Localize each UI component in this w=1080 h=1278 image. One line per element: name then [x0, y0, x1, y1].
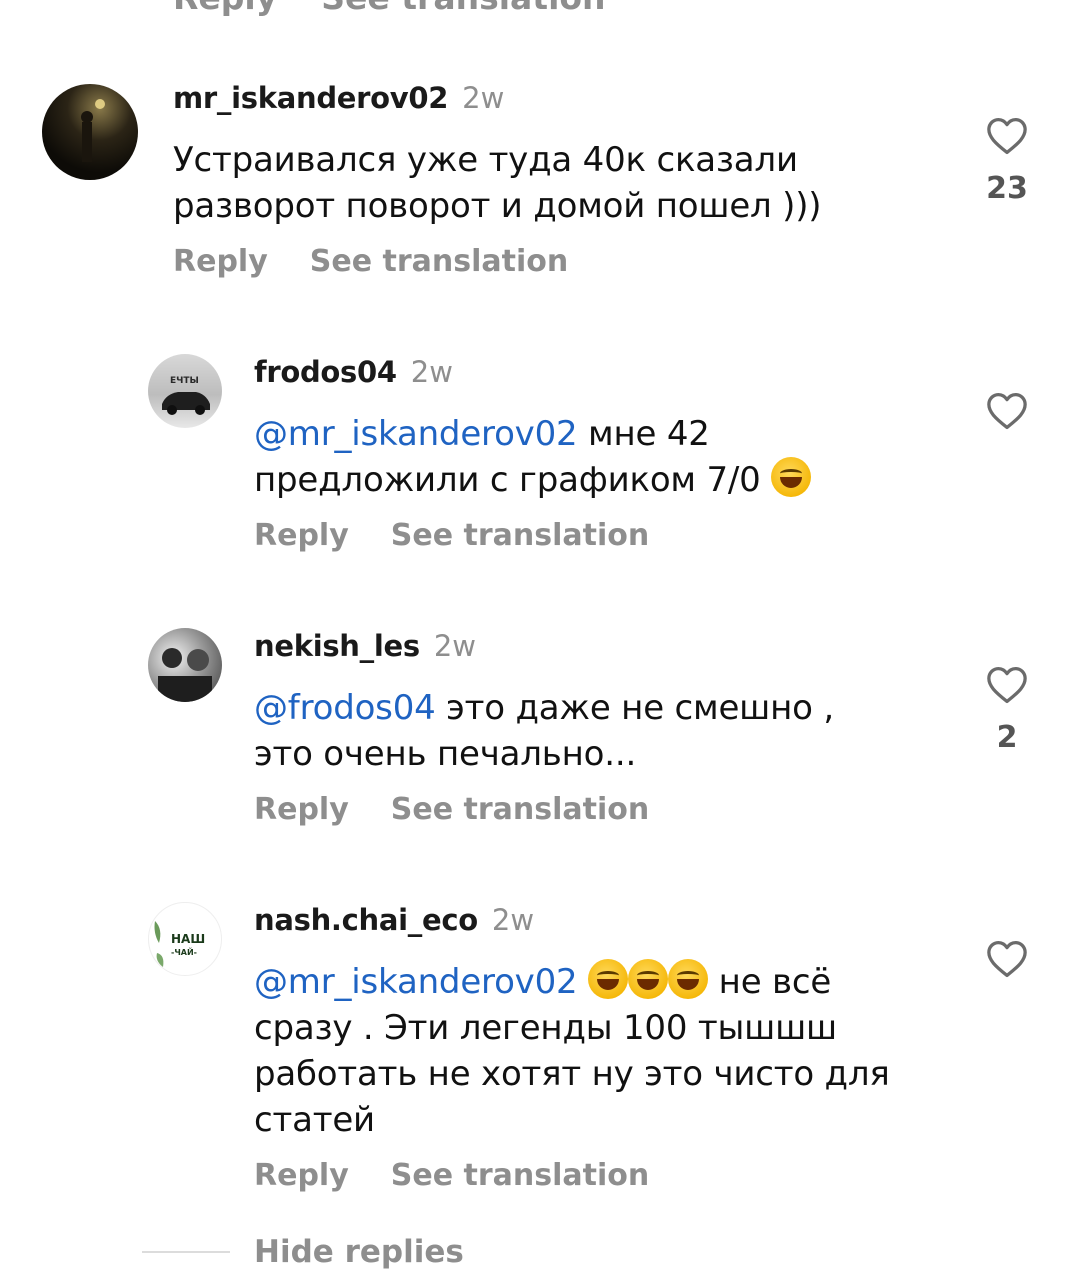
- mention-link[interactable]: @mr_iskanderov02: [254, 962, 578, 1002]
- laughing-emoji-icon: [628, 959, 669, 999]
- heart-icon[interactable]: [986, 940, 1028, 978]
- logo-subtext: -ЧАЙ-: [171, 946, 197, 957]
- timestamp: 2w: [491, 903, 535, 937]
- timestamp: 2w: [462, 81, 505, 115]
- reply-button[interactable]: Reply: [254, 518, 349, 553]
- see-translation-button[interactable]: See translation: [321, 0, 605, 17]
- comment-header: frodos04 2w: [254, 358, 453, 387]
- comment-actions: Reply See translation: [254, 795, 649, 825]
- hide-replies-button[interactable]: Hide replies: [254, 1237, 464, 1268]
- username[interactable]: nekish_les: [254, 629, 420, 663]
- like-control: 2: [982, 666, 1032, 755]
- comment-text: @mr_iskanderov02 мне 42 предложили с гра…: [254, 411, 954, 503]
- tea-logo-icon: НАШ -ЧАЙ-: [154, 921, 205, 967]
- mention-link[interactable]: @mr_iskanderov02: [254, 414, 578, 454]
- like-count: 2: [996, 720, 1018, 755]
- reply-button[interactable]: Reply: [173, 244, 268, 279]
- comment-text: @mr_iskanderov02 не всё сразу . Эти леген…: [254, 959, 954, 1143]
- see-translation-button[interactable]: See translation: [391, 518, 649, 553]
- see-translation-button[interactable]: See translation: [391, 1158, 649, 1193]
- like-count: 23: [986, 171, 1028, 206]
- reply-button[interactable]: Reply: [173, 0, 277, 17]
- laughing-emoji-icon: [668, 959, 709, 999]
- avatar[interactable]: [148, 628, 222, 702]
- laughing-emoji-icon: [588, 959, 629, 999]
- heart-icon[interactable]: [986, 117, 1028, 155]
- timestamp: 2w: [410, 355, 453, 389]
- username[interactable]: nash.chai_eco: [254, 903, 478, 937]
- comment-actions: Reply See translation: [254, 521, 649, 551]
- logo-text: НАШ: [171, 932, 205, 946]
- heart-icon[interactable]: [986, 666, 1028, 704]
- reply-button[interactable]: Reply: [254, 792, 349, 827]
- comment-header: mr_iskanderov02 2w: [173, 84, 504, 113]
- previous-comment-actions: Reply See translation: [173, 0, 606, 17]
- heart-icon[interactable]: [986, 392, 1028, 430]
- timestamp: 2w: [433, 629, 476, 663]
- comment-header: nekish_les 2w: [254, 632, 476, 661]
- reply-button[interactable]: Reply: [254, 1158, 349, 1193]
- comment-body-continued: сразу . Эти легенды 100 тышшш работать н…: [254, 1008, 890, 1140]
- people-photo-icon: [158, 648, 212, 702]
- see-translation-button[interactable]: See translation: [391, 792, 649, 827]
- like-control: [982, 940, 1032, 978]
- comment-text: @frodos04 это даже не смешно , это очень…: [254, 685, 954, 777]
- comment-actions: Reply See translation: [254, 1161, 649, 1191]
- avatar[interactable]: ЕЧТЫ: [148, 354, 222, 428]
- username[interactable]: frodos04: [254, 355, 397, 389]
- avatar-caption: ЕЧТЫ: [170, 376, 199, 386]
- like-control: [982, 392, 1032, 430]
- like-control: 23: [982, 117, 1032, 206]
- username[interactable]: mr_iskanderov02: [173, 81, 448, 115]
- comment-actions: Reply See translation: [173, 247, 568, 277]
- comment-body: не всё: [708, 962, 832, 1002]
- replies-divider: [142, 1251, 230, 1253]
- see-translation-button[interactable]: See translation: [310, 244, 568, 279]
- comment-header: nash.chai_eco 2w: [254, 906, 534, 935]
- avatar[interactable]: НАШ -ЧАЙ-: [148, 902, 222, 976]
- car-icon: ЕЧТЫ: [162, 376, 210, 415]
- laughing-emoji-icon: [771, 457, 812, 497]
- avatar[interactable]: [42, 84, 138, 180]
- comment-text: Устраивался уже туда 40к сказали разворо…: [173, 140, 822, 226]
- avatar-photo-icon: [81, 99, 105, 162]
- mention-link[interactable]: @frodos04: [254, 688, 436, 728]
